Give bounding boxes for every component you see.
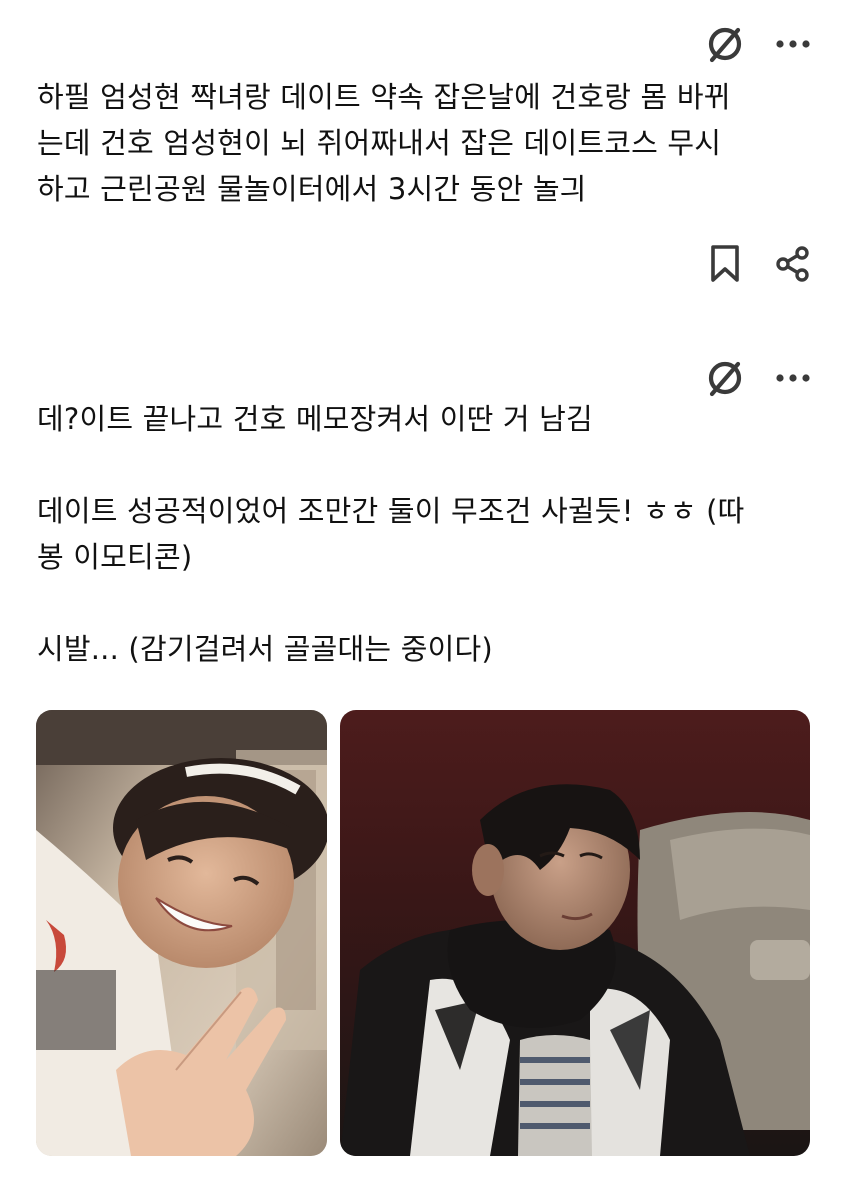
post-text-line: 하고 근린공원 물놀이터에서 3시간 동안 놀긔 [37,172,587,206]
bookmark-icon [711,245,739,282]
post-1-text: 하필 엄성현 짝녀랑 데이트 약속 잡은날에 건호랑 몸 바뀌 는데 건호 엄성… [37,74,827,212]
share-icon [776,246,809,282]
post-text-line: 봉 이모티콘) [37,540,193,574]
hide-post-icon[interactable] [705,24,745,64]
post-text-line: 데이트 성공적이었어 조만간 둘이 무조건 사귈듯! ㅎㅎ (따 [37,494,745,528]
post-text-line: 하필 엄성현 짝녀랑 데이트 약속 잡은날에 건호랑 몸 바뀌 [37,80,731,114]
share-button[interactable] [775,246,811,282]
eye-off-slash-icon [708,27,742,63]
hide-post-icon[interactable] [705,358,745,398]
photo-left-image [36,710,327,1156]
photo-gallery [36,710,810,1156]
photo-right[interactable] [340,710,810,1156]
eye-off-slash-icon [708,361,742,397]
photo-right-image [340,710,810,1156]
more-horizontal-icon [776,374,810,382]
post-1-bottom-actions [709,244,811,284]
post-1-top-actions [705,24,811,64]
photo-left[interactable] [36,710,327,1156]
post-text-line: 시발... (감기걸려서 골골대는 중이다) [37,632,493,666]
post-text-line: 데?이트 끝나고 건호 메모장켜서 이딴 거 남김 [37,402,593,436]
post-text-line: 는데 건호 엄성현이 뇌 쥐어짜내서 잡은 데이트코스 무시 [37,126,722,160]
more-horizontal-icon [776,40,810,48]
more-options-button[interactable] [775,38,811,50]
more-options-button[interactable] [775,372,811,384]
post-2-text: 데?이트 끝나고 건호 메모장켜서 이딴 거 남김 데이트 성공적이었어 조만간… [37,396,827,672]
post-2-top-actions [705,358,811,398]
bookmark-button[interactable] [709,244,741,284]
